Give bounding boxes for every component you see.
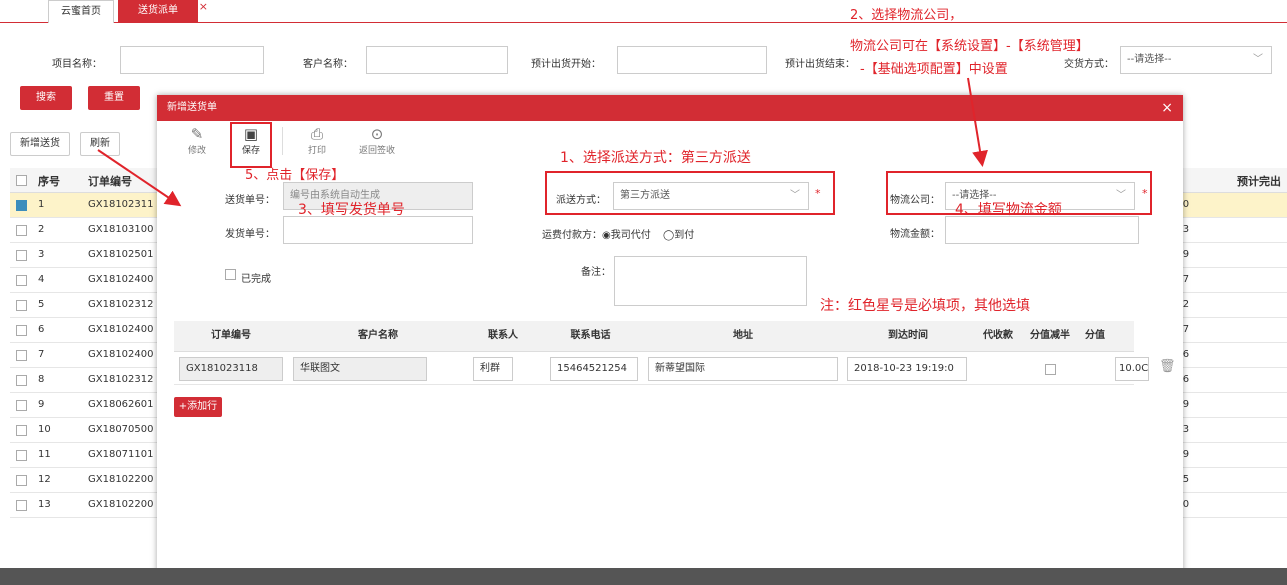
bottom-bar — [0, 568, 1287, 585]
arrow-to-logistics — [967, 77, 988, 167]
annotation-arrows — [97, 77, 988, 207]
arrow-to-modal — [97, 149, 182, 207]
